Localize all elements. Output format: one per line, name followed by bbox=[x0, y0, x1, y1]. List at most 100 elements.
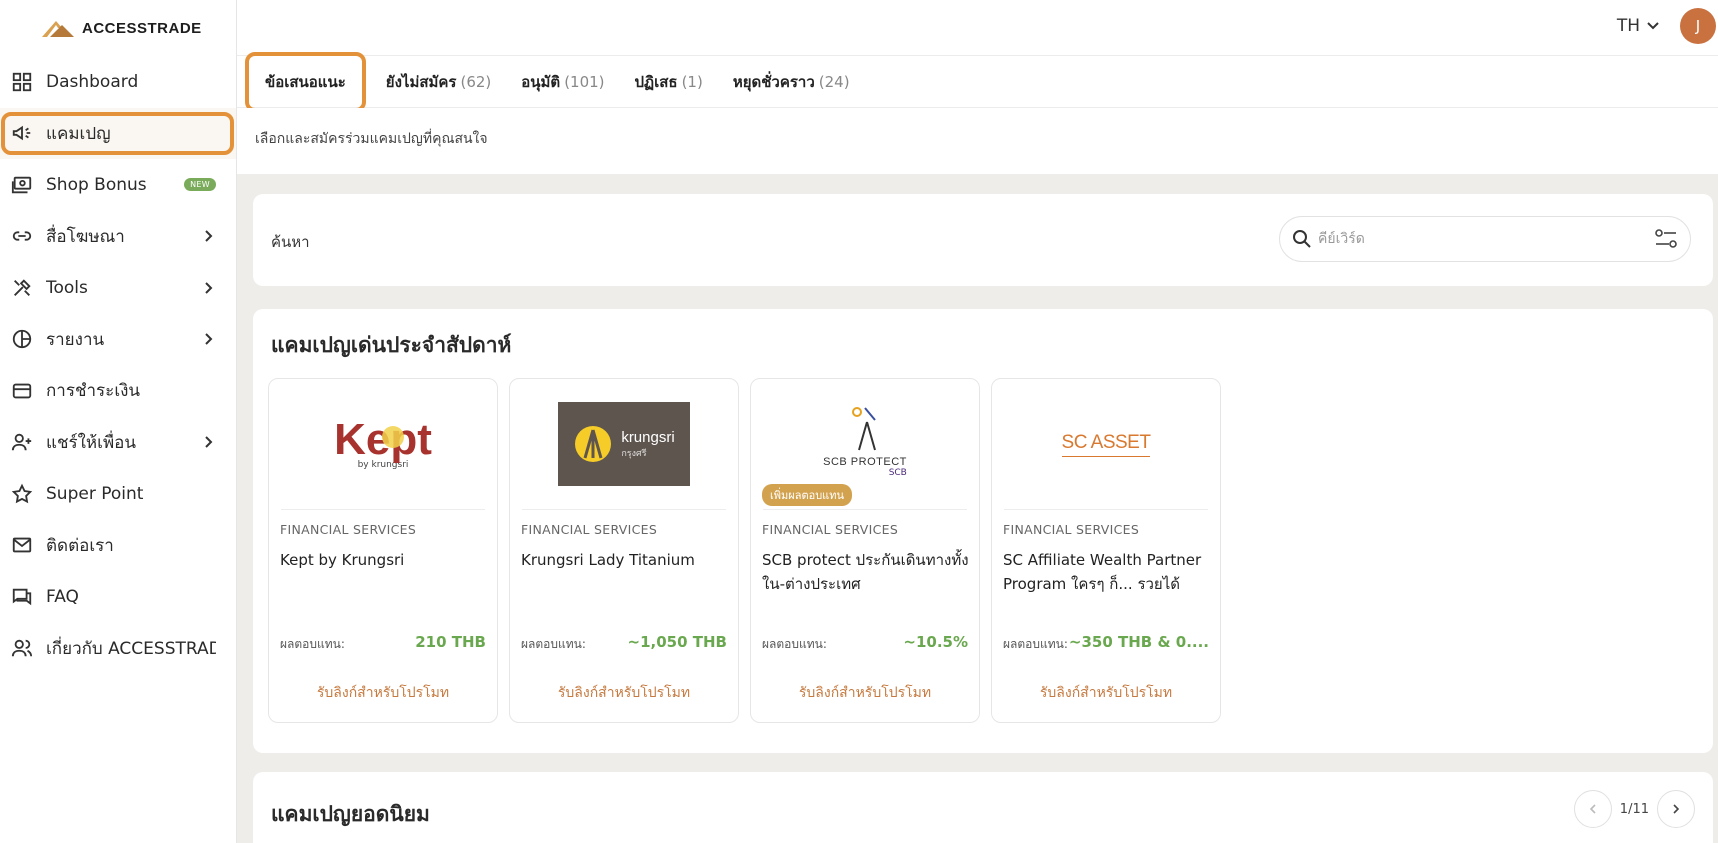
tab-label: ข้อเสนอแนะ bbox=[265, 72, 346, 91]
mail-icon bbox=[10, 533, 34, 557]
search-input[interactable] bbox=[1318, 231, 1654, 247]
campaign-name: SCB protect ประกันเดินทางทั้งใน-ต่างประเ… bbox=[762, 551, 969, 593]
chevron-right-icon bbox=[205, 333, 213, 345]
campaign-logo: krungsri กรุงศรี bbox=[522, 379, 726, 510]
link-icon bbox=[10, 224, 34, 248]
star-icon bbox=[10, 482, 34, 506]
pie-chart-icon bbox=[10, 327, 34, 351]
campaign-category: FINANCIAL SERVICES bbox=[762, 522, 899, 537]
search-icon bbox=[1293, 230, 1311, 248]
sidebar-item-share[interactable]: แชร์ให้เพื่อน bbox=[0, 417, 236, 469]
filter-icon[interactable] bbox=[1654, 228, 1678, 250]
campaign-category: FINANCIAL SERVICES bbox=[521, 522, 658, 537]
chevron-right-icon bbox=[205, 436, 213, 448]
campaign-name: SC Affiliate Wealth Partner Program ใครๆ… bbox=[1003, 551, 1202, 593]
sidebar-item-tools[interactable]: Tools bbox=[0, 262, 236, 314]
reward-value: ~1,050 THB bbox=[627, 633, 727, 651]
sidebar-item-contact[interactable]: ติดต่อเรา bbox=[0, 520, 236, 572]
next-page-button[interactable] bbox=[1657, 790, 1695, 828]
sidebar-item-label: Tools bbox=[46, 277, 88, 298]
campaign-card[interactable]: krungsri กรุงศรี FINANCIAL SERVICES Krun… bbox=[509, 378, 739, 723]
campaign-card-list: Kept by krungsri FINANCIAL SERVICES Kept… bbox=[268, 378, 1221, 723]
tab-approved[interactable]: อนุมัติ (101) bbox=[521, 70, 604, 94]
megaphone-icon bbox=[10, 121, 34, 145]
sidebar-item-shop-bonus[interactable]: Shop Bonus NEW bbox=[0, 159, 236, 211]
sidebar-item-dashboard[interactable]: Dashboard bbox=[0, 56, 236, 108]
reward-value: ~10.5% bbox=[903, 633, 968, 651]
sidebar-item-faq[interactable]: FAQ bbox=[0, 571, 236, 623]
sidebar-item-reports[interactable]: รายงาน bbox=[0, 314, 236, 366]
tab-rejected[interactable]: ปฏิเสธ (1) bbox=[635, 70, 703, 94]
sc-asset-logo-text: SC ASSET bbox=[1061, 432, 1151, 457]
sidebar-item-label: Super Point bbox=[46, 483, 144, 504]
app-logo[interactable]: ACCESSTRADE bbox=[0, 0, 236, 56]
featured-campaigns: แคมเปญเด่นประจำสัปดาห์ Kept by krungsri … bbox=[253, 309, 1713, 753]
page-indicator: 1/11 bbox=[1619, 801, 1649, 817]
reward-value: ~350 THB & 0.... bbox=[1068, 633, 1209, 651]
campaign-card[interactable]: SCB PROTECT SCB เพิ่มผลตอบแทน FINANCIAL … bbox=[750, 378, 980, 723]
chevron-down-icon bbox=[1647, 22, 1659, 30]
campaign-logo: SC ASSET bbox=[1004, 379, 1208, 510]
get-promo-link-button[interactable]: รับลิงก์สำหรับโปรโมท bbox=[510, 682, 738, 704]
get-promo-link-button[interactable]: รับลิงก์สำหรับโปรโมท bbox=[992, 682, 1220, 704]
sidebar-item-label: แคมเปญ bbox=[46, 123, 111, 144]
sidebar-item-label: FAQ bbox=[46, 586, 79, 607]
scb-protect-figure-icon bbox=[851, 407, 876, 451]
chat-icon bbox=[10, 585, 34, 609]
top-bar: TH J bbox=[237, 0, 1718, 56]
language-label: TH bbox=[1616, 16, 1640, 36]
sidebar-item-label: แชร์ให้เพื่อน bbox=[46, 432, 136, 453]
tab-label: อนุมัติ bbox=[521, 72, 561, 91]
reward-label: ผลตอบแทน: bbox=[762, 637, 827, 651]
add-user-icon bbox=[10, 430, 34, 454]
krungsri-logo-text: krungsri bbox=[621, 428, 675, 446]
tab-not-applied[interactable]: ยังไม่สมัคร (62) bbox=[386, 70, 491, 94]
previous-page-button[interactable] bbox=[1573, 790, 1612, 828]
search-panel: ค้นหา bbox=[253, 194, 1713, 286]
krungsri-emblem-icon bbox=[575, 426, 612, 462]
krungsri-logo-sub: กรุงศรี bbox=[621, 448, 647, 459]
tab-paused[interactable]: หยุดชั่วคราว (24) bbox=[733, 70, 850, 94]
campaign-name: Kept by Krungsri bbox=[280, 551, 405, 569]
campaign-card[interactable]: SC ASSET FINANCIAL SERVICES SC Affiliate… bbox=[991, 378, 1221, 723]
credit-card-icon bbox=[10, 379, 34, 403]
sidebar-item-media[interactable]: สื่อโฆษณา bbox=[0, 211, 236, 263]
tab-count: (62) bbox=[460, 72, 492, 91]
scb-logo-sub: SCB bbox=[888, 468, 907, 478]
sidebar-item-about[interactable]: เกี่ยวกับ ACCESSTRAD bbox=[0, 623, 236, 675]
tab-label: หยุดชั่วคราว bbox=[732, 72, 815, 91]
dashboard-icon bbox=[10, 70, 34, 94]
sidebar-item-label: Dashboard bbox=[46, 71, 139, 92]
campaign-logo: SCB PROTECT SCB เพิ่มผลตอบแทน bbox=[762, 379, 967, 510]
get-promo-link-button[interactable]: รับลิงก์สำหรับโปรโมท bbox=[751, 682, 979, 704]
campaign-card[interactable]: Kept by krungsri FINANCIAL SERVICES Kept… bbox=[268, 378, 498, 723]
tab-label: ยังไม่สมัคร bbox=[385, 72, 457, 91]
campaign-name: Krungsri Lady Titanium bbox=[521, 551, 695, 569]
bonus-badge: เพิ่มผลตอบแทน bbox=[762, 484, 853, 506]
sidebar-item-payment[interactable]: การชำระเงิน bbox=[0, 365, 236, 417]
sidebar-item-campaign[interactable]: แคมเปญ bbox=[0, 107, 236, 159]
sidebar-item-label: เกี่ยวกับ ACCESSTRAD bbox=[46, 638, 216, 659]
sidebar-item-label: ติดต่อเรา bbox=[46, 535, 114, 556]
accesstrade-logo-icon bbox=[42, 21, 74, 37]
new-badge: NEW bbox=[184, 178, 216, 192]
search-label: ค้นหา bbox=[271, 233, 310, 251]
campaign-category: FINANCIAL SERVICES bbox=[1003, 522, 1140, 537]
campaign-logo: Kept by krungsri bbox=[281, 379, 485, 510]
sidebar-item-super-point[interactable]: Super Point bbox=[0, 468, 236, 520]
tab-recommended[interactable]: ข้อเสนอแนะ bbox=[245, 51, 366, 112]
tab-count: (101) bbox=[564, 72, 605, 91]
popular-campaigns: แคมเปญยอดนิยม 1/11 bbox=[253, 772, 1713, 843]
search-box[interactable] bbox=[1279, 216, 1691, 262]
logo-text: ACCESSTRADE bbox=[82, 19, 202, 37]
get-promo-link-button[interactable]: รับลิงก์สำหรับโปรโมท bbox=[269, 682, 497, 704]
avatar[interactable]: J bbox=[1680, 8, 1716, 44]
sidebar-nav: Dashboard แคมเปญ Shop Bonus NEW สื่อโฆษณ… bbox=[0, 56, 236, 674]
language-selector[interactable]: TH bbox=[1617, 16, 1660, 36]
page-subtitle: เลือกและสมัครร่วมแคมเปญที่คุณสนใจ bbox=[237, 108, 1718, 174]
sidebar-item-label: Shop Bonus bbox=[46, 174, 147, 195]
chevron-right-icon bbox=[1673, 804, 1680, 814]
shop-bonus-icon bbox=[10, 173, 34, 197]
sidebar-item-label: สื่อโฆษณา bbox=[46, 226, 125, 247]
pagination: 1/11 bbox=[1573, 790, 1695, 828]
